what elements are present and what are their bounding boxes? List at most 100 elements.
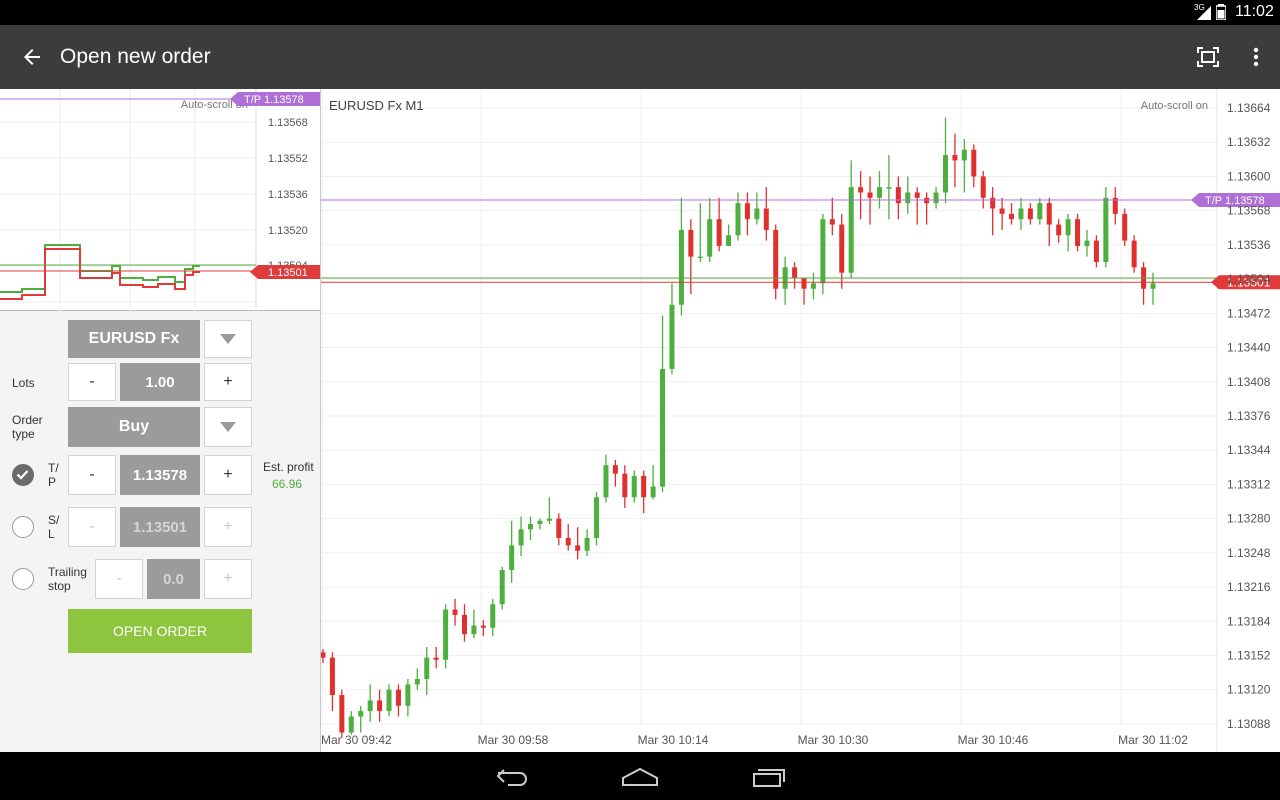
page-title: Open new order: [60, 45, 211, 68]
y-tick-label: 1.13280: [1227, 512, 1271, 526]
candle: [829, 197, 835, 236]
sl-minus-button[interactable]: -: [68, 507, 116, 547]
candle: [1141, 261, 1147, 305]
mini-chart-svg: Auto-scroll on 1.13568 1.13552 1.13536 1…: [0, 89, 320, 311]
candle: [509, 520, 515, 583]
mini-bid-line: [0, 248, 200, 300]
arrow-back-icon[interactable]: [20, 45, 44, 69]
navigation-bar: [0, 752, 1280, 800]
y-tick-label: 1.13376: [1227, 409, 1271, 423]
y-tick-label: 1.13504: [1227, 272, 1271, 286]
lots-plus-button[interactable]: +: [204, 363, 252, 401]
trailing-minus-button[interactable]: -: [95, 559, 143, 599]
lots-minus-button[interactable]: -: [68, 363, 116, 401]
candle: [707, 197, 713, 262]
mini-chart: Auto-scroll on 1.13568 1.13552 1.13536 1…: [0, 89, 320, 311]
candle: [405, 679, 411, 717]
order-type-select[interactable]: Buy: [68, 407, 200, 447]
mini-y-tick: 1.13568: [268, 117, 308, 129]
candle: [480, 620, 486, 637]
order-type-label: Order type: [12, 413, 43, 441]
price-chart[interactable]: T/P 1.13578 1.13501 1.13664 1.13632 1.13600…: [320, 89, 1280, 752]
candle: [1150, 272, 1156, 305]
candle: [980, 171, 986, 209]
order-type-dropdown-button[interactable]: [204, 407, 252, 447]
x-tick-label: Mar 30 11:02: [1118, 733, 1188, 747]
mini-y-tick: 1.13520: [268, 225, 308, 237]
candle: [763, 187, 769, 241]
trailing-stop-label: Trailing stop: [48, 565, 87, 593]
candle: [556, 513, 562, 546]
mini-tp-tag-label: T/P 1.13578: [244, 94, 304, 106]
fullscreen-icon[interactable]: [1196, 45, 1220, 69]
candle: [584, 529, 590, 557]
open-order-button[interactable]: OPEN ORDER: [68, 609, 252, 653]
candle: [773, 224, 779, 300]
trailing-plus-button[interactable]: +: [204, 559, 252, 599]
candle: [461, 604, 467, 642]
candle: [678, 197, 684, 316]
candle: [726, 224, 732, 246]
est-profit-value: 66.96: [272, 477, 303, 491]
tp-label: T/ P: [48, 461, 59, 489]
candle: [358, 705, 364, 733]
chart-grid: [321, 89, 1218, 752]
y-tick-label: 1.13536: [1227, 238, 1271, 252]
candle: [792, 261, 798, 289]
candle: [377, 689, 383, 722]
candle: [886, 155, 892, 220]
candle: [905, 176, 911, 214]
home-nav-icon[interactable]: [621, 767, 659, 787]
candle: [1046, 197, 1052, 246]
candle: [1093, 235, 1099, 268]
y-tick-label: 1.13440: [1227, 341, 1271, 355]
candle: [1065, 213, 1071, 252]
y-tick-label: 1.13472: [1227, 306, 1271, 320]
symbol-dropdown-button[interactable]: [204, 320, 252, 358]
candle: [395, 684, 401, 717]
y-tick-label: 1.13088: [1227, 717, 1271, 731]
candle: [537, 518, 543, 530]
chevron-down-icon: [220, 422, 236, 432]
overflow-menu-icon[interactable]: [1246, 45, 1266, 69]
autoscroll-label[interactable]: Auto-scroll on: [1141, 100, 1208, 112]
candle: [612, 459, 618, 487]
trailing-value[interactable]: 0.0: [147, 559, 200, 599]
trailing-stop-checkbox[interactable]: [12, 568, 34, 590]
sl-plus-button[interactable]: +: [204, 507, 252, 547]
y-tick-label: 1.13120: [1227, 683, 1271, 697]
tp-plus-button[interactable]: +: [204, 455, 252, 495]
clock: 11:02: [1235, 3, 1274, 20]
candle: [518, 516, 524, 557]
candle: [348, 711, 354, 735]
candle: [744, 192, 750, 236]
y-tick-label: 1.13344: [1227, 443, 1271, 457]
app-bar: Open new order: [0, 25, 1280, 89]
candle: [641, 470, 647, 514]
x-axis: Mar 30 09:42 Mar 30 09:58 Mar 30 10:14 Mar …: [321, 733, 1188, 747]
candle: [499, 566, 505, 610]
candle: [414, 668, 420, 690]
signal-icon: [1197, 6, 1211, 20]
candle: [471, 609, 477, 639]
back-nav-icon[interactable]: [494, 766, 530, 788]
candle: [660, 315, 666, 492]
tp-minus-button[interactable]: -: [68, 455, 116, 495]
lots-value[interactable]: 1.00: [120, 363, 200, 401]
tp-value[interactable]: 1.13578: [120, 455, 200, 495]
symbol-select[interactable]: EURUSD Fx: [68, 320, 200, 358]
tp-checkbox[interactable]: [12, 464, 34, 486]
candle: [933, 187, 939, 209]
sl-value[interactable]: 1.13501: [120, 507, 200, 547]
candle: [650, 465, 656, 500]
x-tick-label: Mar 30 09:42: [321, 733, 392, 747]
y-tick-label: 1.13248: [1227, 546, 1271, 560]
sl-checkbox[interactable]: [12, 516, 34, 538]
candle: [1122, 208, 1128, 246]
sl-label: S/ L: [48, 513, 60, 541]
candle: [546, 497, 552, 524]
y-tick-label: 1.13664: [1227, 101, 1271, 115]
chevron-down-icon: [220, 334, 236, 344]
recents-nav-icon[interactable]: [752, 766, 786, 788]
candle: [443, 604, 449, 669]
